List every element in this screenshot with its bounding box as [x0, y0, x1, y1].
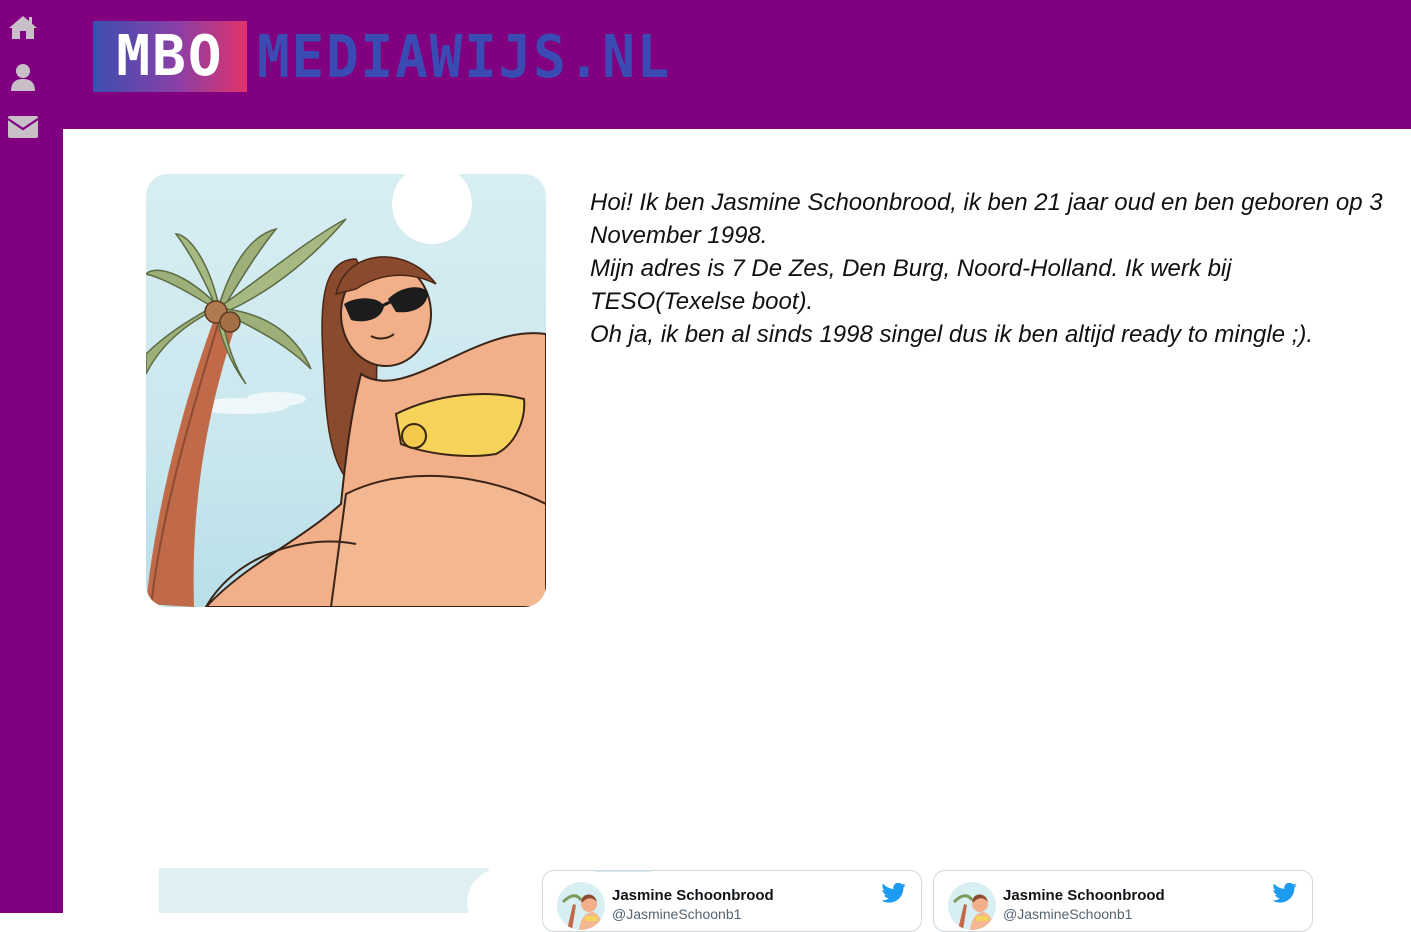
site-logo[interactable]: MBO MEDIAWIJS.NL: [93, 21, 707, 92]
tweet-card[interactable]: Jasmine Schoonbrood @JasmineSchoonb1: [542, 870, 922, 932]
profile-intro: Hoi! Ik ben Jasmine Schoonbrood, ik ben …: [590, 186, 1390, 351]
avatar[interactable]: [948, 882, 996, 930]
logo-site-text: MEDIAWIJS.NL: [257, 22, 672, 91]
twitter-bird-icon[interactable]: [882, 883, 906, 903]
logo-mbo-text: MBO: [116, 23, 224, 89]
tweet-media-edge: [595, 871, 651, 872]
avatar[interactable]: [557, 882, 605, 930]
bottom-illustration: [159, 868, 489, 913]
tweet-author-handle[interactable]: @JasmineSchoonb1: [1003, 906, 1132, 922]
tweet-author-handle[interactable]: @JasmineSchoonb1: [612, 906, 741, 922]
logo-mbo-box: MBO: [93, 21, 247, 92]
tweet-author-name[interactable]: Jasmine Schoonbrood: [1003, 887, 1165, 904]
tweet-card[interactable]: Jasmine Schoonbrood @JasmineSchoonb1: [933, 870, 1313, 932]
twitter-bird-icon[interactable]: [1273, 883, 1297, 903]
sidebar: [0, 0, 63, 913]
intro-line-1: Hoi! Ik ben Jasmine Schoonbrood, ik ben …: [590, 189, 1383, 249]
tweet-author-name[interactable]: Jasmine Schoonbrood: [612, 887, 774, 904]
intro-line-2: Mijn adres is 7 De Zes, Den Burg, Noord-…: [590, 255, 1232, 315]
intro-line-3: Oh ja, ik ben al sinds 1998 singel dus i…: [590, 321, 1314, 348]
user-icon[interactable]: [6, 61, 40, 93]
sun-shape: [467, 868, 489, 913]
profile-illustration: [146, 174, 546, 607]
home-icon[interactable]: [6, 11, 40, 43]
envelope-icon[interactable]: [6, 111, 40, 143]
